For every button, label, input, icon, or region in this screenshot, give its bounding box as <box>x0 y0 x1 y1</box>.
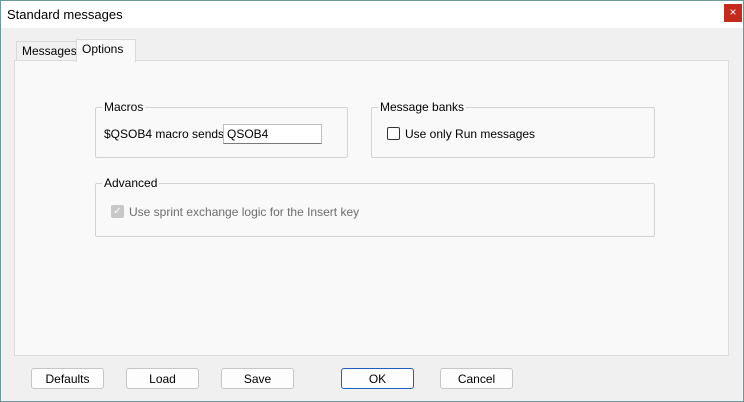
window-title: Standard messages <box>7 7 123 22</box>
standard-messages-window: Standard messages × Messages Options Mac… <box>0 0 744 402</box>
qsob4-macro-label: $QSOB4 macro sends: <box>104 127 228 141</box>
defaults-button[interactable]: Defaults <box>31 368 104 389</box>
close-icon: × <box>729 5 737 19</box>
ok-button[interactable]: OK <box>341 368 414 389</box>
qsob4-macro-input[interactable] <box>223 124 322 144</box>
sprint-exchange-checkbox[interactable]: ✓ <box>111 205 124 218</box>
message-banks-group: Message banks Use only Run messages <box>371 100 655 158</box>
cancel-button[interactable]: Cancel <box>440 368 513 389</box>
tab-messages[interactable]: Messages <box>16 41 82 61</box>
macros-group: Macros $QSOB4 macro sends: <box>95 100 348 158</box>
save-button[interactable]: Save <box>221 368 294 389</box>
close-button[interactable]: × <box>724 4 742 22</box>
message-banks-group-label: Message banks <box>378 100 467 114</box>
checkmark-icon: ✓ <box>113 206 122 217</box>
title-bar: Standard messages × <box>1 1 743 28</box>
advanced-group-label: Advanced <box>102 176 160 190</box>
tab-options[interactable]: Options <box>76 39 136 62</box>
sprint-exchange-label: Use sprint exchange logic for the Insert… <box>129 205 360 219</box>
advanced-group: Advanced ✓ Use sprint exchange logic for… <box>95 176 655 237</box>
load-button[interactable]: Load <box>126 368 199 389</box>
use-only-run-label: Use only Run messages <box>405 127 536 141</box>
use-only-run-checkbox[interactable] <box>387 127 400 140</box>
macros-group-label: Macros <box>102 100 146 114</box>
options-panel: Macros $QSOB4 macro sends: Message banks… <box>14 60 729 356</box>
